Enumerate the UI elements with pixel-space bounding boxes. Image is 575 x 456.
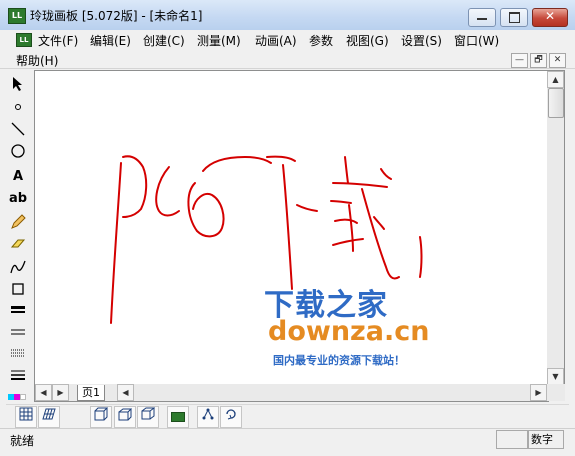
dotted-line-icon	[11, 349, 25, 357]
menu-create[interactable]: 创建(C)	[143, 32, 185, 49]
pencil-tool[interactable]	[6, 214, 30, 236]
box-button[interactable]	[137, 406, 159, 428]
dotted-line-style[interactable]	[6, 346, 30, 368]
grid-button[interactable]	[15, 406, 37, 428]
line-width-icon	[11, 370, 25, 380]
eraser-tool[interactable]	[6, 237, 30, 259]
mdi-restore-button[interactable]: 🗗	[530, 53, 547, 68]
white-swatch[interactable]	[20, 394, 26, 400]
label-tool[interactable]: ab	[6, 188, 30, 210]
chevron-right-icon: ▶	[535, 388, 542, 397]
curve-tool[interactable]	[6, 259, 30, 281]
point-tool[interactable]	[6, 99, 30, 121]
status-text: 就绪	[10, 434, 35, 448]
rotate-button[interactable]	[220, 406, 242, 428]
scroll-up-button[interactable]: ▲	[547, 71, 564, 88]
page-next-button[interactable]: ▶	[52, 384, 69, 401]
cube-button[interactable]	[90, 406, 112, 428]
chevron-right-icon: ▶	[57, 388, 64, 397]
window-title: 玲珑画板 [5.072版] - [未命名1]	[30, 9, 203, 23]
circle-tool[interactable]	[6, 143, 30, 165]
close-icon: ✕	[545, 9, 556, 23]
menu-animation[interactable]: 动画(A)	[255, 32, 297, 49]
status-panel-empty	[496, 430, 528, 449]
close-button[interactable]: ✕	[532, 8, 568, 27]
circle-icon	[11, 144, 25, 158]
maximize-icon	[509, 12, 520, 23]
chevron-down-icon: ▼	[552, 372, 559, 381]
maximize-button[interactable]	[500, 8, 528, 27]
watermark-tagline: 国内最专业的资源下载站！	[273, 354, 405, 367]
point-icon	[15, 104, 21, 110]
scroll-right-button[interactable]: ▶	[530, 384, 547, 401]
menu-window[interactable]: 窗口(W)	[454, 32, 499, 49]
skew-grid-icon	[42, 408, 56, 420]
line-width-style[interactable]	[6, 368, 30, 390]
fill-color-icon	[171, 412, 185, 422]
chevron-up-icon: ▲	[552, 75, 559, 84]
vertical-scrollbar[interactable]: ▲ ▼	[547, 70, 565, 386]
line-icon	[11, 122, 25, 136]
cube-icon	[94, 407, 109, 421]
skew-grid-button[interactable]	[38, 406, 60, 428]
transform-button[interactable]	[197, 406, 219, 428]
app-icon: LL	[8, 8, 26, 24]
menu-file[interactable]: 文件(F)	[38, 32, 78, 49]
fill-color-button[interactable]	[167, 406, 189, 428]
mdi-close-button[interactable]: ✕	[549, 53, 566, 68]
mdi-minimize-button[interactable]: —	[511, 53, 528, 68]
eraser-icon	[10, 239, 26, 248]
grid-icon	[19, 407, 33, 421]
menu-measure[interactable]: 测量(M)	[197, 32, 241, 49]
menu-view[interactable]: 视图(G)	[346, 32, 389, 49]
rotate-icon	[226, 409, 236, 420]
size-grip	[547, 384, 565, 401]
line-tool[interactable]	[6, 121, 30, 143]
thick-line-icon	[11, 306, 25, 313]
chevron-left-icon: ◀	[40, 388, 47, 397]
rectangle-tool[interactable]	[6, 281, 30, 303]
menu-params[interactable]: 参数	[309, 32, 333, 49]
transform-icon	[202, 408, 214, 420]
curve-icon	[10, 260, 26, 274]
menu-settings[interactable]: 设置(S)	[401, 32, 442, 49]
pencil-icon	[11, 214, 26, 229]
thin-line-style[interactable]	[6, 325, 30, 347]
watermark-url: downza.cn	[268, 316, 430, 347]
minimize-icon	[477, 18, 487, 20]
status-numlock: 数字	[528, 430, 564, 449]
menu-help[interactable]: 帮助(H)	[16, 52, 58, 69]
horizontal-scrollbar[interactable]: ◀ ▶ ◀ ▶	[34, 384, 549, 402]
thin-line-icon	[11, 329, 25, 335]
arrow-icon	[13, 77, 22, 91]
document-icon[interactable]: LL	[16, 33, 32, 47]
text-tool[interactable]: A	[6, 166, 30, 188]
status-bar	[0, 428, 575, 456]
box-icon	[141, 407, 156, 420]
prism-button[interactable]	[114, 406, 136, 428]
thick-line-style[interactable]	[6, 303, 30, 325]
vertical-scroll-thumb[interactable]	[548, 88, 564, 118]
minimize-button[interactable]	[468, 8, 496, 27]
page-tab[interactable]: 页1	[77, 385, 105, 401]
chevron-left-icon: ◀	[122, 388, 129, 397]
scroll-down-button[interactable]: ▼	[547, 368, 564, 385]
color-swatches[interactable]	[8, 394, 26, 400]
menu-edit[interactable]: 编辑(E)	[90, 32, 131, 49]
scroll-left-button[interactable]: ◀	[117, 384, 134, 401]
select-arrow-tool[interactable]	[6, 76, 30, 98]
page-prev-button[interactable]: ◀	[35, 384, 52, 401]
prism-icon	[118, 408, 133, 421]
rectangle-icon	[12, 283, 24, 295]
